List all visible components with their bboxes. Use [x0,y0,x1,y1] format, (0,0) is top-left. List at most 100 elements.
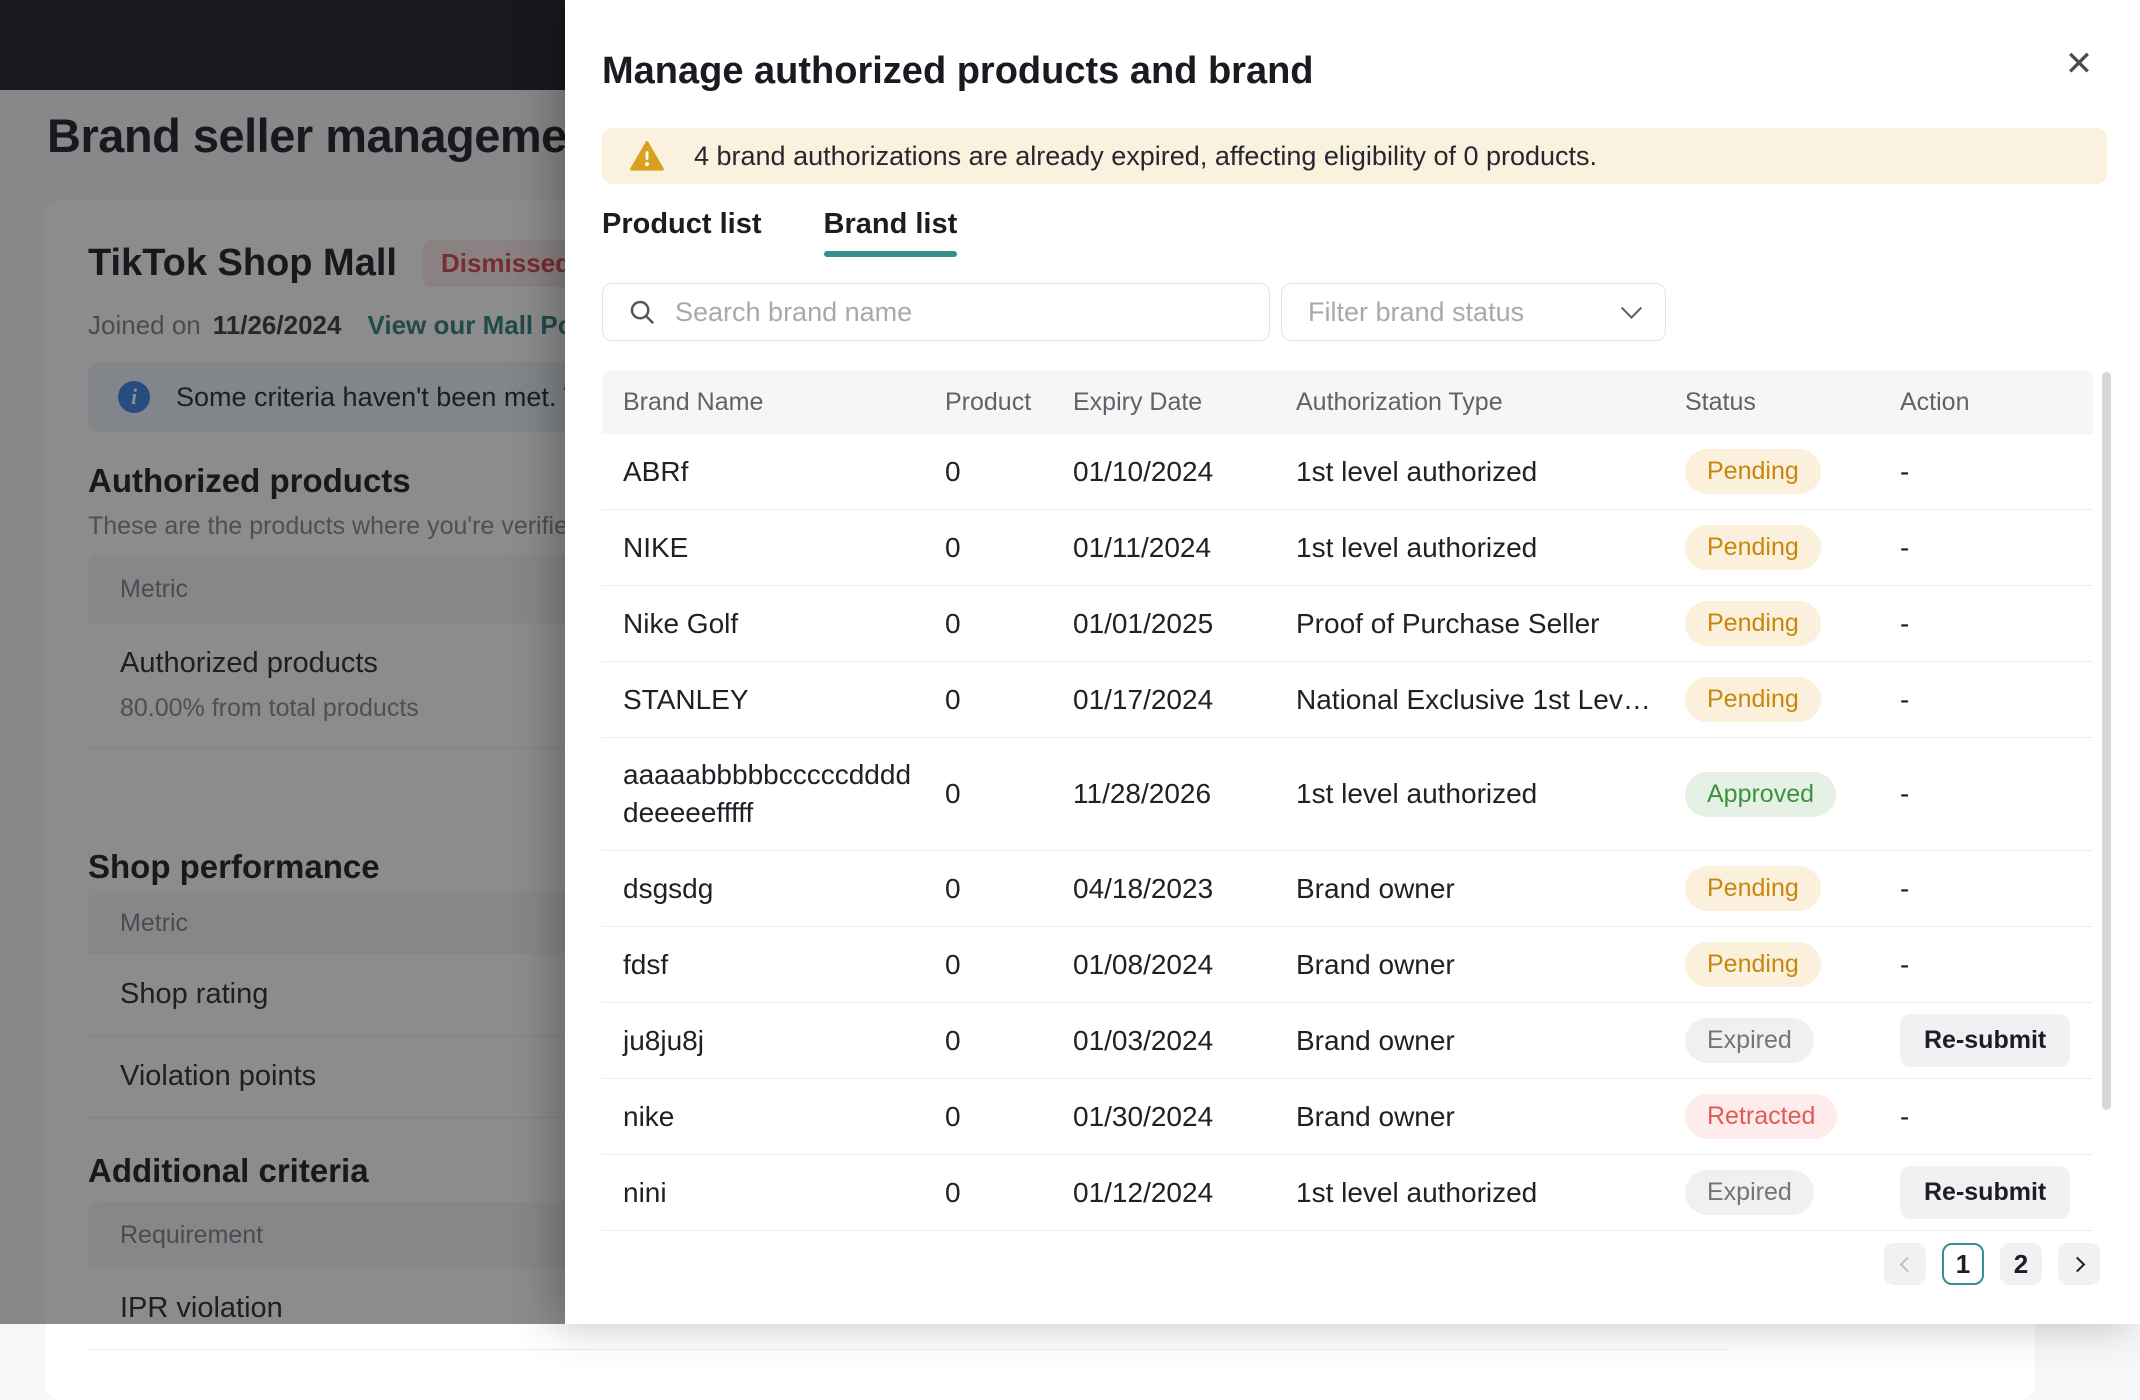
column-header-action: Action [1900,387,1970,416]
product-count-cell: 0 [945,778,961,809]
search-input[interactable] [675,296,1269,328]
resubmit-button[interactable]: Re-submit [1900,1014,2071,1067]
brand-name-cell: nini [623,1176,667,1208]
column-header-expiry-date: Expiry Date [1073,387,1203,416]
status-cell: Retracted [1685,1094,1900,1139]
brand-name-cell: nike [623,1100,675,1132]
tab-brand-list[interactable]: Brand list [823,208,957,257]
action-cell: - [1900,531,1910,563]
status-badge: Pending [1685,942,1821,987]
status-badge: Approved [1685,771,1837,817]
brand-name-cell: fdsf [623,948,669,980]
expiry-date-cell: 01/03/2024 [1073,1024,1214,1056]
modal-title: Manage authorized products and brand [602,50,1314,92]
action-cell: - [1900,683,1910,715]
warning-icon [630,140,664,172]
expiry-date-cell: 01/08/2024 [1073,948,1214,980]
product-count-cell: 0 [945,607,961,639]
close-icon[interactable]: ✕ [2053,38,2105,90]
brand-table-row: fdsf 0 01/08/2024 Brand owner Pending - [602,927,2093,1003]
pagination: 1 2 [1884,1243,2100,1285]
chevron-right-icon [2069,1256,2085,1272]
expiry-date-cell: 04/18/2023 [1073,872,1214,904]
product-count-cell: 0 [945,1176,961,1208]
authorization-type-cell: 1st level authorized [1296,531,1538,563]
search-icon [627,297,657,327]
authorization-type-cell: 1st level authorized [1296,455,1538,487]
brand-name-cell: ju8ju8j [623,1024,704,1056]
brand-table-row: ju8ju8j 0 01/03/2024 Brand owner Expired… [602,1003,2093,1079]
authorization-type-cell: Brand owner [1296,948,1455,980]
authorization-type-cell: Proof of Purchase Seller [1296,607,1600,639]
authorization-type-cell: Brand owner [1296,872,1455,904]
status-badge: Retracted [1685,1094,1838,1139]
action-cell: - [1900,607,1910,639]
chevron-down-icon [1620,297,1643,319]
filter-placeholder: Filter brand status [1308,296,1525,327]
status-cell: Expired [1685,1018,1900,1063]
brand-name-cell: dsgsdg [623,872,714,904]
brand-name-cell: NIKE [623,531,689,563]
status-cell: Pending [1685,601,1900,646]
status-badge: Pending [1685,866,1821,911]
action-cell: - [1900,778,1910,809]
authorization-type-cell: Brand owner [1296,1024,1455,1056]
brand-name-cell: aaaaabbbbbcccccdddddeeeeefffff [623,759,912,828]
expiry-date-cell: 01/01/2025 [1073,607,1214,639]
brand-name-cell: Nike Golf [623,607,739,639]
product-count-cell: 0 [945,455,961,487]
brand-table-row: nike 0 01/30/2024 Brand owner Retracted … [602,1079,2093,1155]
brand-status-filter[interactable]: Filter brand status [1281,283,1666,341]
authorization-type-cell: Brand owner [1296,1100,1455,1132]
resubmit-button[interactable]: Re-submit [1900,1166,2071,1219]
expired-warning-banner: 4 brand authorizations are already expir… [602,128,2107,184]
brand-table-row: aaaaabbbbbcccccdddddeeeeefffff 0 11/28/2… [602,738,2093,851]
brand-table-row: STANLEY 0 01/17/2024 National Exclusive … [602,662,2093,738]
action-cell: - [1900,872,1910,904]
product-count-cell: 0 [945,683,961,715]
status-badge: Expired [1685,1018,1814,1063]
manage-authorized-modal: Manage authorized products and brand ✕ 4… [565,0,2140,1324]
brand-search-field [602,283,1270,341]
next-page-button[interactable] [2058,1243,2100,1285]
brand-name-cell: ABRf [623,455,689,487]
expiry-date-cell: 01/11/2024 [1073,531,1212,563]
status-cell: Pending [1685,449,1900,494]
status-badge: Pending [1685,449,1821,494]
product-count-cell: 0 [945,1024,961,1056]
expiry-date-cell: 01/17/2024 [1073,683,1214,715]
column-header-brand-name: Brand Name [623,387,764,416]
status-cell: Pending [1685,866,1900,911]
authorization-type-cell: 1st level authorized [1296,778,1538,809]
expiry-date-cell: 11/28/2026 [1073,778,1212,809]
brand-table: Brand Name Product Expiry Date Authoriza… [602,370,2093,1231]
brand-table-row: NIKE 0 01/11/2024 1st level authorized P… [602,510,2093,586]
chevron-left-icon [1899,1256,1915,1272]
brand-table-body: ABRf 0 01/10/2024 1st level authorized P… [602,434,2093,1231]
brand-name-cell: STANLEY [623,683,749,715]
expiry-date-cell: 01/10/2024 [1073,455,1214,487]
brand-table-row: nini 0 01/12/2024 1st level authorized E… [602,1155,2093,1231]
expiry-date-cell: 01/12/2024 [1073,1176,1214,1208]
status-cell: Pending [1685,942,1900,987]
status-cell: Pending [1685,525,1900,570]
vertical-scrollbar[interactable] [2102,372,2111,1110]
authorization-type-cell: National Exclusive 1st Level Auth... [1296,683,1676,715]
previous-page-button[interactable] [1884,1243,1926,1285]
expiry-date-cell: 01/30/2024 [1073,1100,1214,1132]
page-button-2[interactable]: 2 [2000,1243,2042,1285]
brand-table-row: ABRf 0 01/10/2024 1st level authorized P… [602,434,2093,510]
modal-tabs: Product list Brand list [602,208,957,257]
product-count-cell: 0 [945,872,961,904]
page-button-1[interactable]: 1 [1942,1243,1984,1285]
action-cell: Re-submit [1900,1014,2093,1067]
action-cell: Re-submit [1900,1166,2093,1219]
authorization-type-cell: 1st level authorized [1296,1176,1538,1208]
status-cell: Expired [1685,1170,1900,1215]
brand-table-row: Nike Golf 0 01/01/2025 Proof of Purchase… [602,586,2093,662]
column-header-product: Product [945,387,1032,416]
status-badge: Expired [1685,1170,1814,1215]
tab-product-list[interactable]: Product list [602,208,762,257]
status-cell: Pending [1685,677,1900,722]
status-badge: Pending [1685,677,1821,722]
